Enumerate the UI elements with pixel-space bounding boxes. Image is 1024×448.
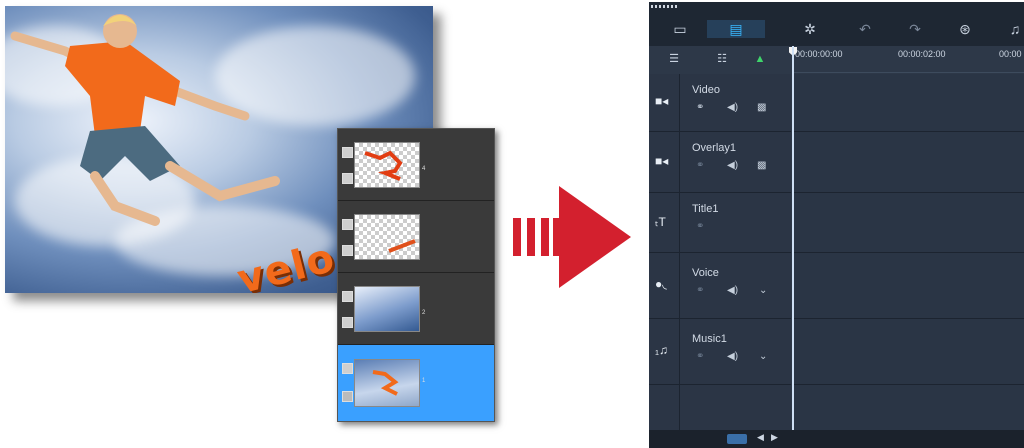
layer-visibility-icon[interactable] xyxy=(342,219,353,230)
layers-panel: 4 2 1 xyxy=(337,128,495,422)
timecode-label: 00:00 xyxy=(999,49,1022,59)
timecode-label: 00:00:00:00 xyxy=(795,49,843,59)
scroll-left-icon[interactable]: ◀ xyxy=(757,432,764,443)
track-lane[interactable] xyxy=(794,319,1024,385)
track-header-overlay[interactable]: ■◂ Overlay1 ⚭ ◀) ▩ xyxy=(649,132,791,193)
layer-number: 4 xyxy=(422,166,426,172)
text-layer-thumbnail xyxy=(388,239,416,253)
layer-row-selected[interactable]: 1 xyxy=(338,345,494,421)
track-lane[interactable] xyxy=(794,193,1024,253)
link-icon[interactable]: ⚭ xyxy=(696,285,704,296)
title-track-icon-box: ₜT xyxy=(649,193,680,252)
layer-thumbnail xyxy=(354,214,420,260)
track-name: Voice xyxy=(692,267,719,279)
link-icon[interactable]: ⚭ xyxy=(696,351,704,362)
layer-mask-icon[interactable] xyxy=(342,317,353,328)
mute-speaker-icon[interactable]: ◀) xyxy=(727,160,738,171)
track-lane[interactable] xyxy=(794,74,1024,132)
overlay-track-icon-box: ■◂ xyxy=(649,132,680,192)
track-options-bar: ☰ ☷ ▲ xyxy=(649,46,791,72)
layer-number: 1 xyxy=(422,378,426,384)
overlay-track-icon: ■◂ xyxy=(655,154,669,168)
link-icon[interactable]: ⚭ xyxy=(696,102,704,113)
track-lane[interactable] xyxy=(794,253,1024,319)
record-capture-icon[interactable]: ⊛ xyxy=(954,20,976,38)
title-track-icon: ₜT xyxy=(655,215,666,229)
expand-chevron-icon[interactable]: ⌄ xyxy=(759,285,767,296)
layer-mask-icon[interactable] xyxy=(342,245,353,256)
auto-music-icon[interactable]: ♫ xyxy=(1004,20,1024,38)
track-header-music[interactable]: ₁♫ Music1 ⚭ ◀) ⌄ xyxy=(649,319,791,385)
layer-visibility-icon[interactable] xyxy=(342,147,353,158)
layer-row[interactable] xyxy=(338,201,494,273)
video-track-icon: ■◂ xyxy=(655,94,669,108)
voice-track-icon: ●◟ xyxy=(655,277,667,291)
music-track-icon-box: ₁♫ xyxy=(649,319,680,384)
layer-row[interactable]: 2 xyxy=(338,273,494,345)
empty-icon-box xyxy=(649,385,680,430)
link-icon[interactable]: ⚭ xyxy=(696,221,704,232)
track-lane[interactable] xyxy=(794,132,1024,193)
mute-speaker-icon[interactable]: ◀) xyxy=(727,351,738,362)
zoom-fit-icon[interactable] xyxy=(727,434,747,444)
scroll-right-icon[interactable]: ▶ xyxy=(771,432,778,443)
transparency-icon[interactable]: ▩ xyxy=(757,102,766,113)
full-photo-thumbnail xyxy=(372,370,399,396)
tools-icon[interactable]: ✲ xyxy=(799,20,821,38)
add-remove-chapter-icon[interactable]: ☷ xyxy=(711,50,733,68)
layer-thumbnail xyxy=(354,359,420,407)
expand-chevron-icon[interactable]: ⌄ xyxy=(759,351,767,362)
layer-mask-icon[interactable] xyxy=(342,391,353,402)
track-header-empty xyxy=(649,385,791,430)
voice-track-icon-box: ●◟ xyxy=(649,253,680,318)
editor-toolbar: ▭ ▤ ✲ ↶ ↷ ⊛ ♫ xyxy=(649,2,1024,46)
layer-visibility-icon[interactable] xyxy=(342,291,353,302)
track-lane-empty xyxy=(794,385,1024,430)
layer-number: 2 xyxy=(422,310,426,316)
layer-thumbnail xyxy=(354,286,420,332)
timecode-label: 00:00:02:00 xyxy=(898,49,946,59)
layer-mask-icon[interactable] xyxy=(342,173,353,184)
red-right-arrow-icon xyxy=(513,186,631,288)
transparency-icon[interactable]: ▩ xyxy=(757,160,766,171)
undo-icon[interactable]: ↶ xyxy=(854,20,876,38)
track-header-video[interactable]: ■◂ Video ⚭ ◀) ▩ xyxy=(649,74,791,132)
redo-icon[interactable]: ↷ xyxy=(904,20,926,38)
layer-visibility-icon[interactable] xyxy=(342,363,353,374)
track-name: Video xyxy=(692,84,720,96)
enable-ripple-editing-icon[interactable]: ▲ xyxy=(749,50,771,68)
link-icon[interactable]: ⚭ xyxy=(696,160,704,171)
mute-speaker-icon[interactable]: ◀) xyxy=(727,285,738,296)
playhead-line[interactable] xyxy=(792,46,794,431)
track-name: Title1 xyxy=(692,203,719,215)
track-name: Music1 xyxy=(692,333,727,345)
video-track-icon-box: ■◂ xyxy=(649,74,680,131)
video-editor-timeline: ▭ ▤ ✲ ↶ ↷ ⊛ ♫ ☰ ☷ ▲ 00:00:00:00 00:00:02… xyxy=(649,2,1024,448)
layer-row[interactable]: 4 xyxy=(338,129,494,201)
mute-speaker-icon[interactable]: ◀) xyxy=(727,102,738,113)
drag-grip-icon[interactable] xyxy=(651,5,677,8)
storyboard-view-icon[interactable]: ▭ xyxy=(669,20,691,38)
track-name: Overlay1 xyxy=(692,142,737,154)
boy-cutout-thumbnail xyxy=(364,150,403,181)
layer-thumbnail xyxy=(354,142,420,188)
track-manager-icon[interactable]: ☰ xyxy=(663,50,685,68)
track-header-title[interactable]: ₜT Title1 ⚭ xyxy=(649,193,791,253)
music-track-icon: ₁♫ xyxy=(655,343,669,357)
timeline-view-icon[interactable]: ▤ xyxy=(707,20,765,38)
timeline-scrollbar: ◀ ▶ xyxy=(649,430,1024,448)
track-header-voice[interactable]: ●◟ Voice ⚭ ◀) ⌄ xyxy=(649,253,791,319)
